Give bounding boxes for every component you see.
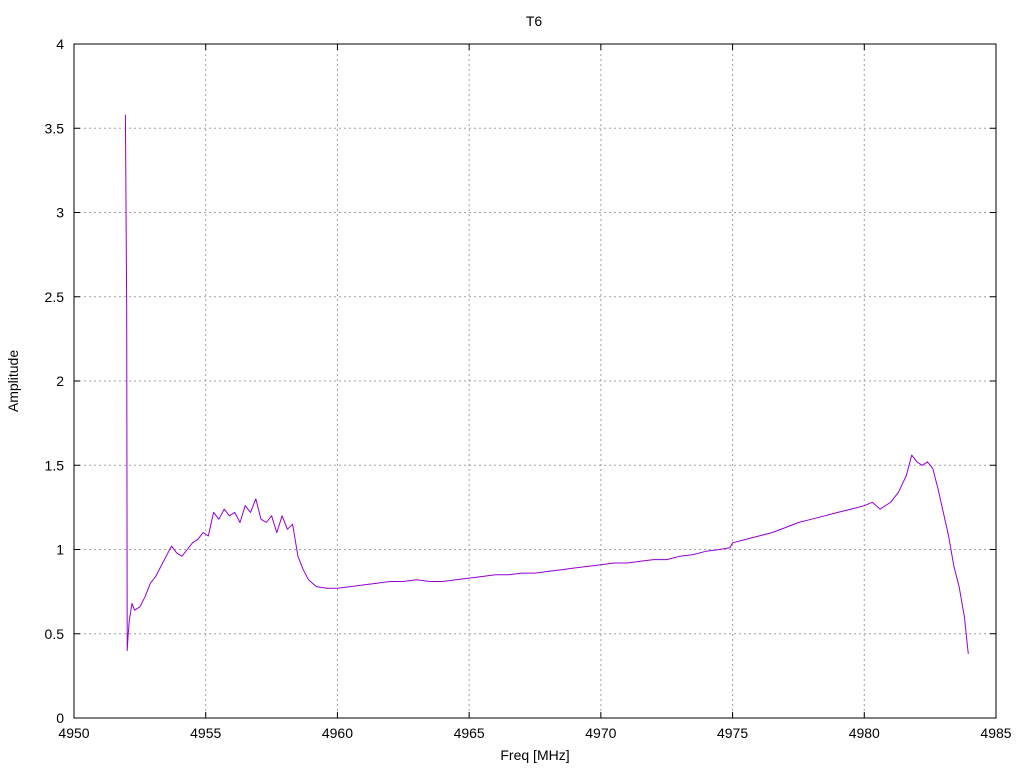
y-axis-title: Amplitude: [5, 350, 21, 412]
x-tick-labels: 4950 4955 4960 4965 4970 4975 4980 4985: [58, 725, 1011, 741]
x-tick-label: 4975: [717, 725, 748, 741]
x-axis-title: Freq [MHz]: [500, 747, 569, 763]
y-tick-label: 2.5: [45, 289, 65, 305]
x-tick-label: 4985: [980, 725, 1011, 741]
y-tick-label: 3.5: [45, 120, 65, 136]
x-tick-label: 4970: [585, 725, 616, 741]
y-tick-label: 1: [56, 542, 64, 558]
y-tick-label: 2: [56, 373, 64, 389]
grid-lines: [74, 44, 996, 718]
x-tick-label: 4965: [454, 725, 485, 741]
series-line: [124, 114, 969, 655]
y-tick-label: 1.5: [45, 457, 65, 473]
x-tick-label: 4950: [58, 725, 89, 741]
line-chart: T6 4950 4955 4960 4965 4970 4975 4980 4985 0 0.5…: [5, 13, 1012, 763]
x-tick-label: 4955: [190, 725, 221, 741]
x-tick-label: 4960: [322, 725, 353, 741]
series-layer: [124, 114, 969, 655]
chart-title: T6: [526, 13, 543, 29]
y-tick-label: 4: [56, 36, 64, 52]
y-tick-label: 3: [56, 205, 64, 221]
y-tick-labels: 0 0.5 1 1.5 2 2.5 3 3.5 4: [45, 36, 65, 726]
y-tick-label: 0.5: [45, 626, 65, 642]
x-tick-label: 4980: [849, 725, 880, 741]
y-tick-label: 0: [56, 710, 64, 726]
